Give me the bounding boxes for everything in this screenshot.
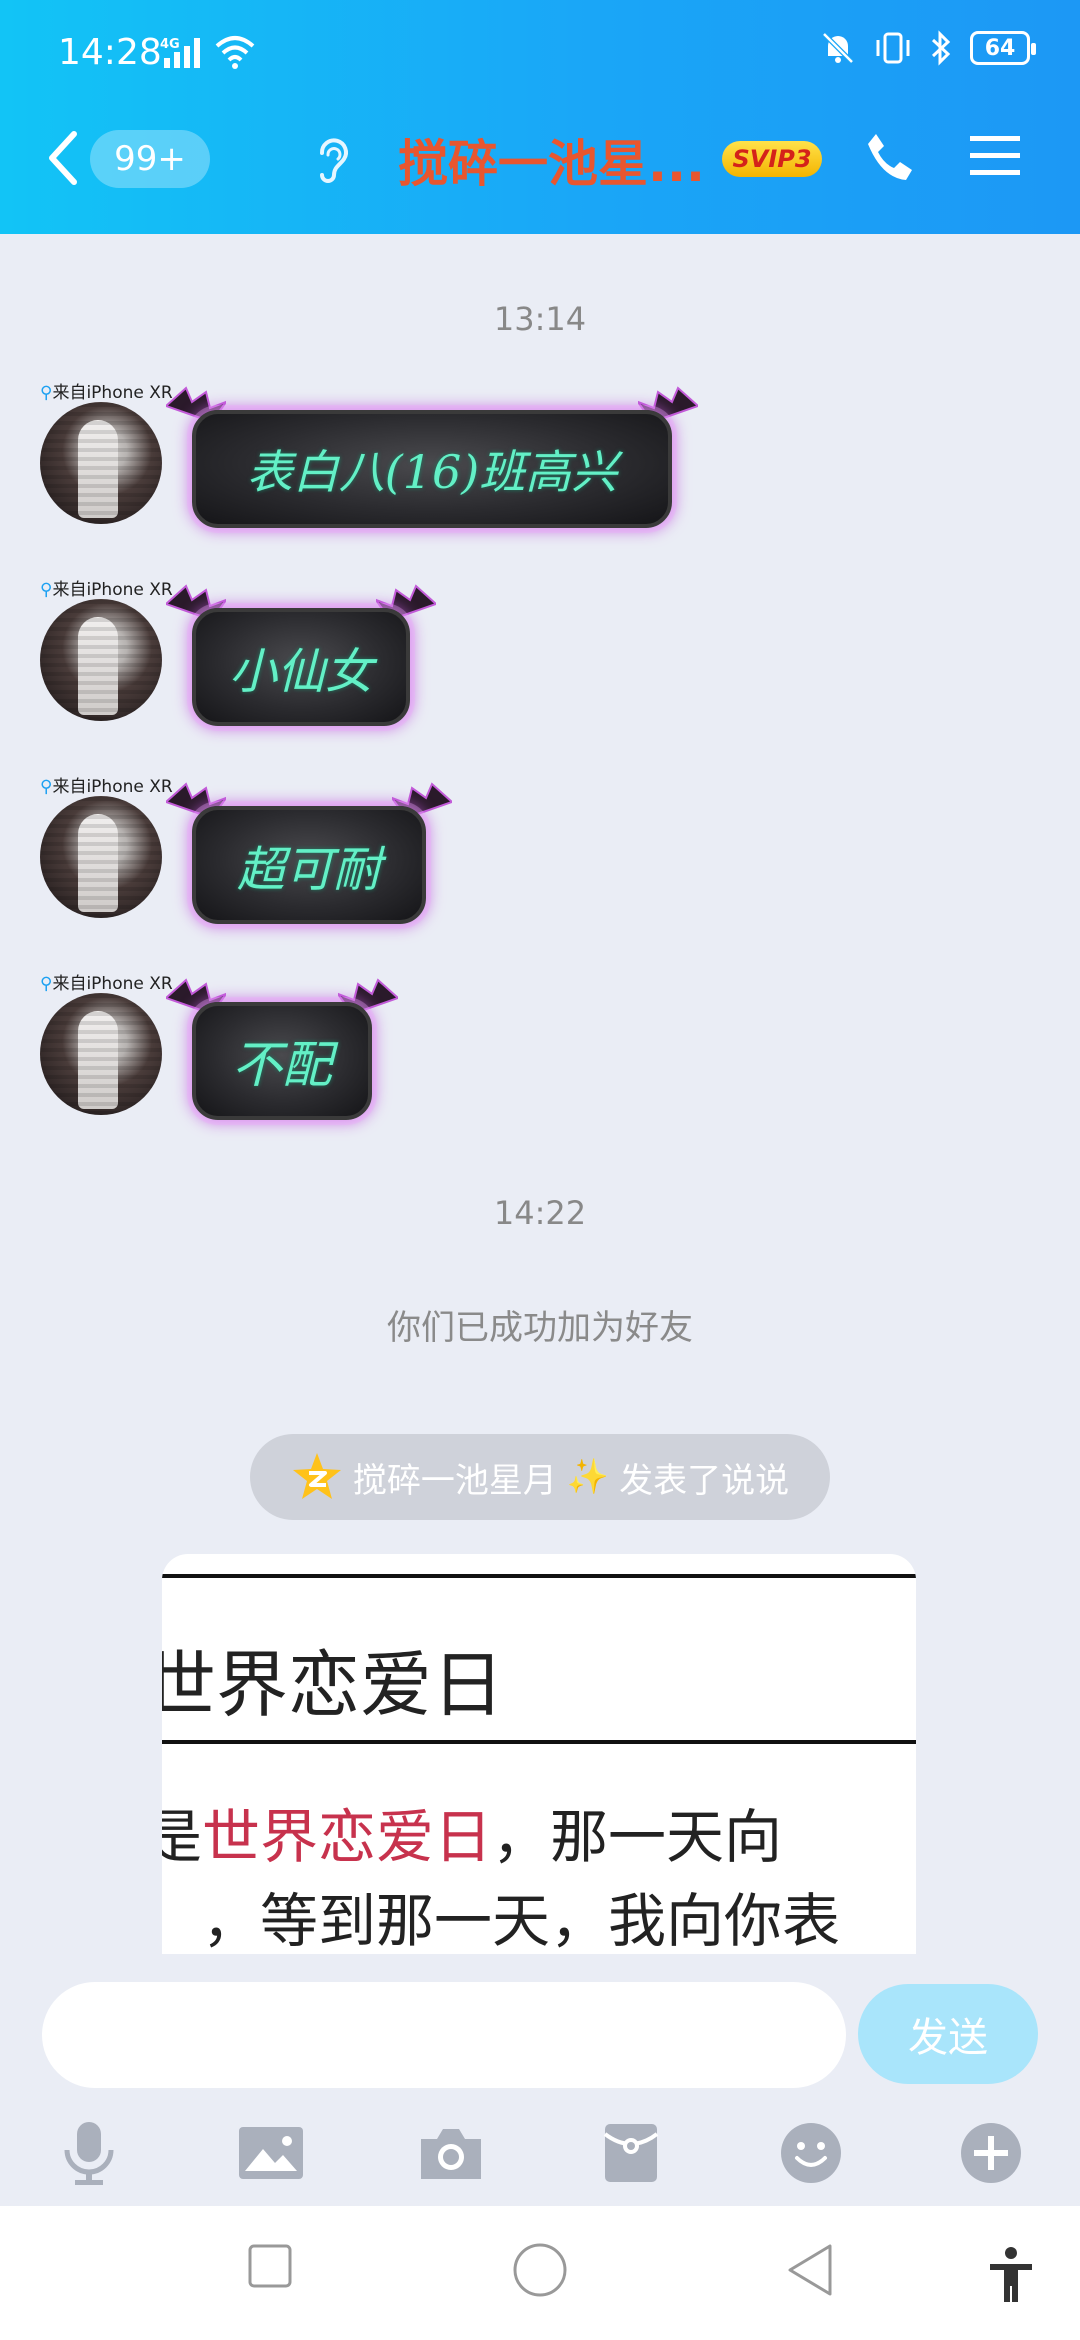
wifi-icon xyxy=(215,36,255,69)
menu-icon[interactable] xyxy=(968,132,1022,180)
mute-bell-icon xyxy=(822,32,854,64)
device-label: 来自iPhone XR xyxy=(52,974,173,994)
header-bar: 14:28 4G 64 99+ 搅碎一池星... SVIP3 xyxy=(0,0,1080,234)
input-toolbar xyxy=(0,2108,1080,2198)
accessibility-icon[interactable] xyxy=(986,2246,1036,2304)
preview-line: 是世界恋爱日，那一天向 xyxy=(162,1790,782,1874)
back-arrow-icon[interactable] xyxy=(46,130,80,186)
moment-preview-card[interactable]: 世界恋爱日 是世界恋爱日，那一天向 ，等到那一天，我向你表 xyxy=(162,1554,916,1954)
bluetooth-icon xyxy=(931,30,951,66)
vibrate-icon xyxy=(876,32,910,64)
moment-action: 发表了说说 xyxy=(619,1460,790,1501)
avatar[interactable] xyxy=(40,402,162,524)
red-packet-icon[interactable] xyxy=(596,2118,666,2188)
svip-badge: SVIP3 xyxy=(722,141,822,177)
preview-heading: 世界恋爱日 xyxy=(162,1643,505,1727)
preview-line: ，等到那一天，我向你表 xyxy=(202,1887,841,1954)
device-label: 来自iPhone XR xyxy=(52,580,173,600)
unread-count-badge[interactable]: 99+ xyxy=(90,130,210,188)
avatar[interactable] xyxy=(40,599,162,721)
avatar[interactable] xyxy=(40,993,162,1115)
message-bubble[interactable]: 超可耐 xyxy=(166,782,452,940)
microphone-icon[interactable] xyxy=(54,2118,124,2188)
image-icon[interactable] xyxy=(236,2118,306,2188)
preview-text: 是 xyxy=(162,1803,203,1871)
device-tag: ⚲来自iPhone XR xyxy=(40,378,173,403)
earpiece-icon[interactable] xyxy=(312,133,352,185)
location-pin-icon: ⚲ xyxy=(40,777,53,797)
message-input[interactable] xyxy=(42,1982,846,2088)
message-bubble[interactable]: 小仙女 xyxy=(166,584,436,742)
plus-icon[interactable] xyxy=(956,2118,1026,2188)
moment-author: 搅碎一池星月 xyxy=(352,1460,557,1501)
system-notice: 你们已成功加为好友 xyxy=(387,1308,693,1348)
system-nav-bar xyxy=(0,2206,1080,2340)
home-icon[interactable] xyxy=(512,2242,568,2298)
send-button[interactable]: 发送 xyxy=(858,1984,1038,2084)
location-pin-icon: ⚲ xyxy=(40,974,53,994)
recent-apps-icon[interactable] xyxy=(246,2242,294,2290)
sparkle-icon: ✨ xyxy=(566,1457,610,1497)
network-type: 4G xyxy=(160,37,180,52)
battery-indicator: 64 xyxy=(970,31,1036,65)
message-bubble[interactable]: 不配 xyxy=(166,978,398,1136)
device-label: 来自iPhone XR xyxy=(52,383,173,403)
message-text: 小仙女 xyxy=(228,644,373,700)
divider xyxy=(162,1574,916,1578)
timestamp: 13:14 xyxy=(493,300,587,338)
message-text: 表白八(16)班高兴 xyxy=(246,445,618,499)
signal-icon: 4G xyxy=(160,37,200,68)
divider xyxy=(162,1740,916,1744)
timestamp: 14:22 xyxy=(493,1194,587,1232)
chat-title[interactable]: 搅碎一池星... xyxy=(398,124,705,196)
preview-text: ，那一天向 xyxy=(492,1803,783,1871)
status-icons: 64 xyxy=(820,30,1036,66)
device-label: 来自iPhone XR xyxy=(52,777,173,797)
device-tag: ⚲来自iPhone XR xyxy=(40,575,173,600)
avatar[interactable] xyxy=(40,796,162,918)
message-bubble[interactable]: 表白八(16)班高兴 xyxy=(166,386,698,544)
device-tag: ⚲来自iPhone XR xyxy=(40,772,173,797)
device-tag: ⚲来自iPhone XR xyxy=(40,969,173,994)
location-pin-icon: ⚲ xyxy=(40,383,53,403)
phone-call-icon[interactable] xyxy=(862,130,916,184)
message-text: 不配 xyxy=(232,1036,332,1094)
emoji-icon[interactable] xyxy=(776,2118,846,2188)
back-icon[interactable] xyxy=(786,2242,834,2298)
location-pin-icon: ⚲ xyxy=(40,580,53,600)
preview-highlight: 世界恋爱日 xyxy=(202,1803,493,1871)
moment-notice[interactable]: 搅碎一池星月 ✨ 发表了说说 xyxy=(250,1434,830,1520)
message-text: 超可耐 xyxy=(236,842,381,898)
status-time: 14:28 xyxy=(58,32,162,73)
camera-icon[interactable] xyxy=(416,2118,486,2188)
qzone-star-icon xyxy=(292,1453,341,1499)
